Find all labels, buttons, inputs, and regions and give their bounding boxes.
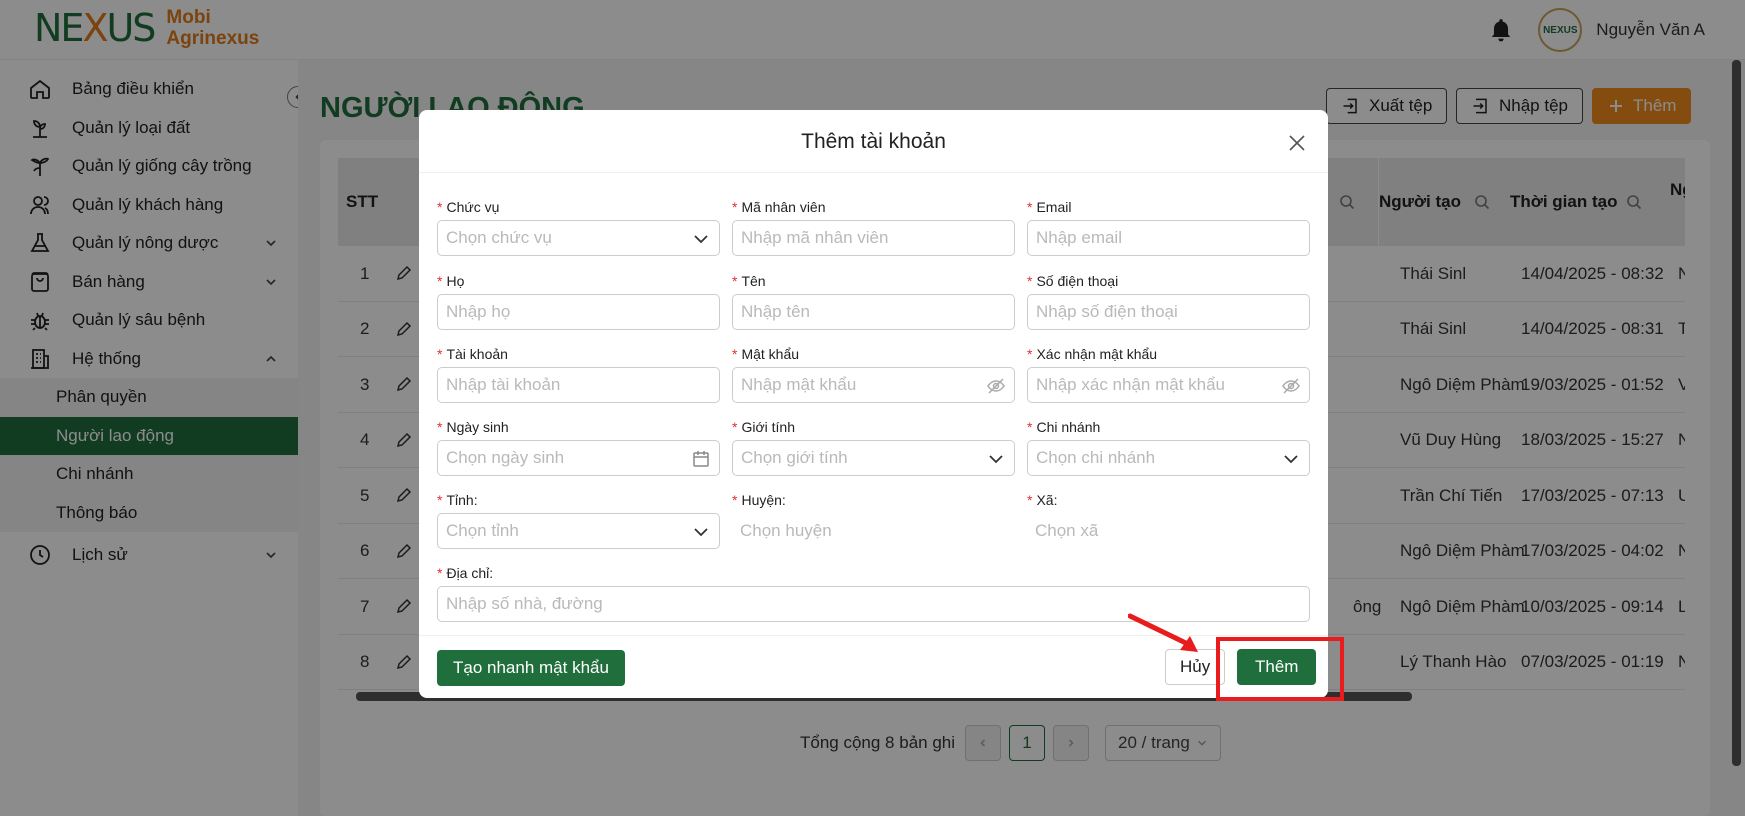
required-mark: * (732, 199, 738, 215)
email-field: * Email Nhập email (1027, 198, 1310, 256)
password-input[interactable]: Nhập mật khẩu (732, 367, 1015, 403)
required-mark: * (732, 419, 738, 435)
gender-select[interactable]: Chọn giới tính (732, 440, 1015, 476)
password-label: Mật khẩu (741, 346, 800, 362)
confirm-password-input[interactable]: Nhập xác nhận mật khẩu (1027, 367, 1310, 403)
district-label: Huyện: (741, 492, 786, 508)
required-mark: * (437, 492, 443, 508)
province-select[interactable]: Chọn tỉnh (437, 513, 720, 549)
account-input[interactable]: Nhập tài khoản (437, 367, 720, 403)
required-mark: * (1027, 346, 1033, 362)
birthday-field: * Ngày sinh Chọn ngày sinh (437, 418, 720, 476)
required-mark: * (1027, 419, 1033, 435)
branch-label: Chi nhánh (1036, 419, 1101, 435)
confirm-password-label: Xác nhận mật khẩu (1036, 346, 1158, 362)
password-field: * Mật khẩu Nhập mật khẩu (732, 345, 1015, 403)
province-label: Tỉnh: (446, 492, 478, 508)
district-field: * Huyện: Chọn huyện (732, 491, 1015, 549)
district-select[interactable]: Chọn huyện (732, 513, 1015, 549)
branch-select[interactable]: Chọn chi nhánh (1027, 440, 1310, 476)
last-name-field: * Họ Nhập họ (437, 272, 720, 330)
gender-field: * Giới tính Chọn giới tính (732, 418, 1015, 476)
employee-code-placeholder: Nhập mã nhân viên (741, 228, 889, 247)
required-mark: * (732, 273, 738, 289)
close-icon[interactable] (1286, 132, 1308, 154)
account-field: * Tài khoản Nhập tài khoản (437, 345, 720, 403)
province-placeholder: Chọn tỉnh (446, 521, 519, 540)
required-mark: * (437, 565, 443, 581)
birthday-placeholder: Chọn ngày sinh (446, 448, 565, 467)
employee-code-label: Mã nhân viên (741, 199, 826, 215)
branch-field: * Chi nhánh Chọn chi nhánh (1027, 418, 1310, 476)
first-name-input[interactable]: Nhập tên (732, 294, 1015, 330)
modal-divider (419, 172, 1328, 173)
password-placeholder: Nhập mật khẩu (741, 375, 857, 394)
employee-code-field: * Mã nhân viên Nhập mã nhân viên (732, 198, 1015, 256)
eye-off-icon[interactable] (986, 376, 1006, 396)
chevron-down-icon (989, 455, 1003, 464)
birthday-label: Ngày sinh (446, 419, 509, 435)
ward-field: * Xã: Chọn xã (1027, 491, 1310, 549)
required-mark: * (437, 346, 443, 362)
chevron-down-icon (694, 528, 708, 537)
phone-input[interactable]: Nhập số điện thoại (1027, 294, 1310, 330)
position-placeholder: Chọn chức vụ (446, 228, 552, 247)
account-placeholder: Nhập tài khoản (446, 375, 561, 394)
address-label: Địa chỉ: (446, 565, 494, 581)
position-select[interactable]: Chọn chức vụ (437, 220, 720, 256)
email-input[interactable]: Nhập email (1027, 220, 1310, 256)
position-field: * Chức vụ Chọn chức vụ (437, 198, 720, 256)
confirm-password-field: * Xác nhận mật khẩu Nhập xác nhận mật khẩ… (1027, 345, 1310, 403)
add-account-modal: Thêm tài khoản * Chức vụ Chọn chức vụ * Mã… (419, 110, 1328, 698)
last-name-label: Họ (446, 273, 465, 289)
modal-title: Thêm tài khoản (801, 130, 946, 153)
email-placeholder: Nhập email (1036, 228, 1122, 247)
first-name-label: Tên (741, 273, 766, 289)
birthday-picker[interactable]: Chọn ngày sinh (437, 440, 720, 476)
gender-label: Giới tính (741, 419, 795, 435)
branch-placeholder: Chọn chi nhánh (1036, 448, 1156, 467)
gender-placeholder: Chọn giới tính (741, 448, 848, 467)
province-field: * Tỉnh: Chọn tỉnh (437, 491, 720, 549)
ward-select[interactable]: Chọn xã (1027, 513, 1310, 549)
eye-off-icon[interactable] (1281, 376, 1301, 396)
district-placeholder: Chọn huyện (740, 521, 832, 540)
phone-label: Số điện thoại (1036, 273, 1119, 289)
first-name-field: * Tên Nhập tên (732, 272, 1015, 330)
confirm-password-placeholder: Nhập xác nhận mật khẩu (1036, 375, 1226, 394)
calendar-icon (693, 451, 709, 467)
ward-placeholder: Chọn xã (1035, 521, 1099, 540)
required-mark: * (1027, 199, 1033, 215)
phone-field: * Số điện thoại Nhập số điện thoại (1027, 272, 1310, 330)
email-label: Email (1036, 199, 1072, 215)
first-name-placeholder: Nhập tên (741, 302, 810, 321)
address-placeholder: Nhập số nhà, đường (446, 594, 603, 613)
chevron-down-icon (694, 235, 708, 244)
annotation-highlight-box (1216, 637, 1344, 701)
required-mark: * (1027, 492, 1033, 508)
position-label: Chức vụ (446, 199, 500, 215)
phone-placeholder: Nhập số điện thoại (1036, 302, 1178, 321)
ward-label: Xã: (1036, 492, 1058, 508)
last-name-placeholder: Nhập họ (446, 302, 511, 321)
annotation-arrow-icon (1128, 613, 1198, 652)
required-mark: * (1027, 273, 1033, 289)
required-mark: * (732, 346, 738, 362)
required-mark: * (437, 273, 443, 289)
last-name-input[interactable]: Nhập họ (437, 294, 720, 330)
employee-code-input[interactable]: Nhập mã nhân viên (732, 220, 1015, 256)
generate-password-button[interactable]: Tạo nhanh mật khẩu (437, 650, 625, 686)
required-mark: * (437, 199, 443, 215)
account-label: Tài khoản (446, 346, 508, 362)
required-mark: * (732, 492, 738, 508)
chevron-down-icon (1284, 455, 1298, 464)
required-mark: * (437, 419, 443, 435)
